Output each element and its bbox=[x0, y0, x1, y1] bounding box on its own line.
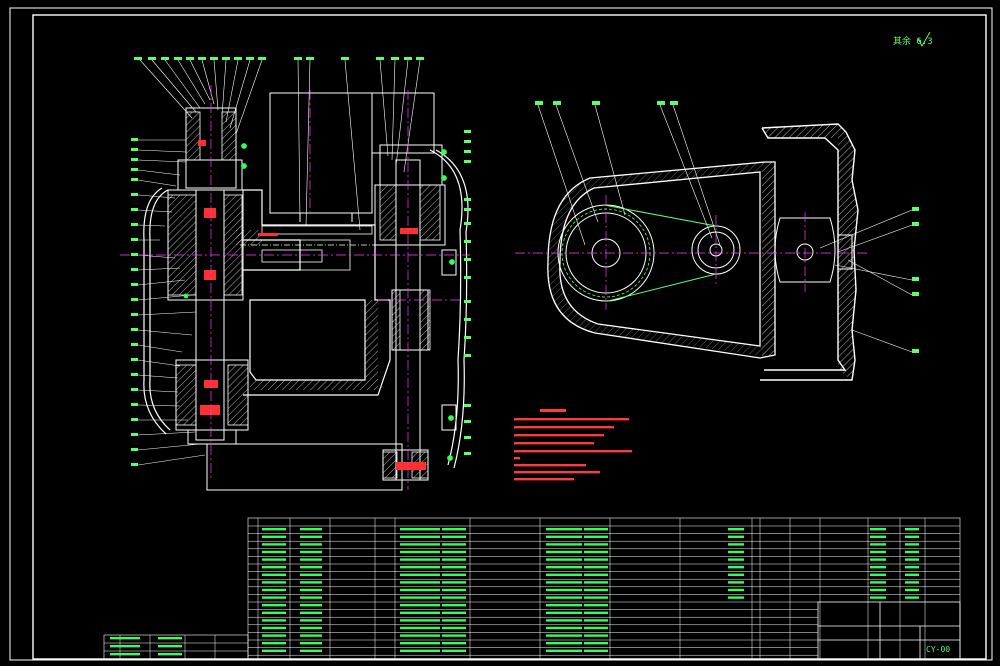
parts-list-table bbox=[103, 517, 961, 660]
cad-drawing-canvas bbox=[9, 7, 993, 661]
drawing-number: CY-00 bbox=[926, 645, 951, 654]
main-section-view bbox=[120, 59, 470, 491]
belt-drive-side-view bbox=[515, 101, 919, 381]
technical-requirements-note bbox=[514, 409, 632, 481]
roughness-mark: 其余 6.3 bbox=[893, 37, 933, 47]
